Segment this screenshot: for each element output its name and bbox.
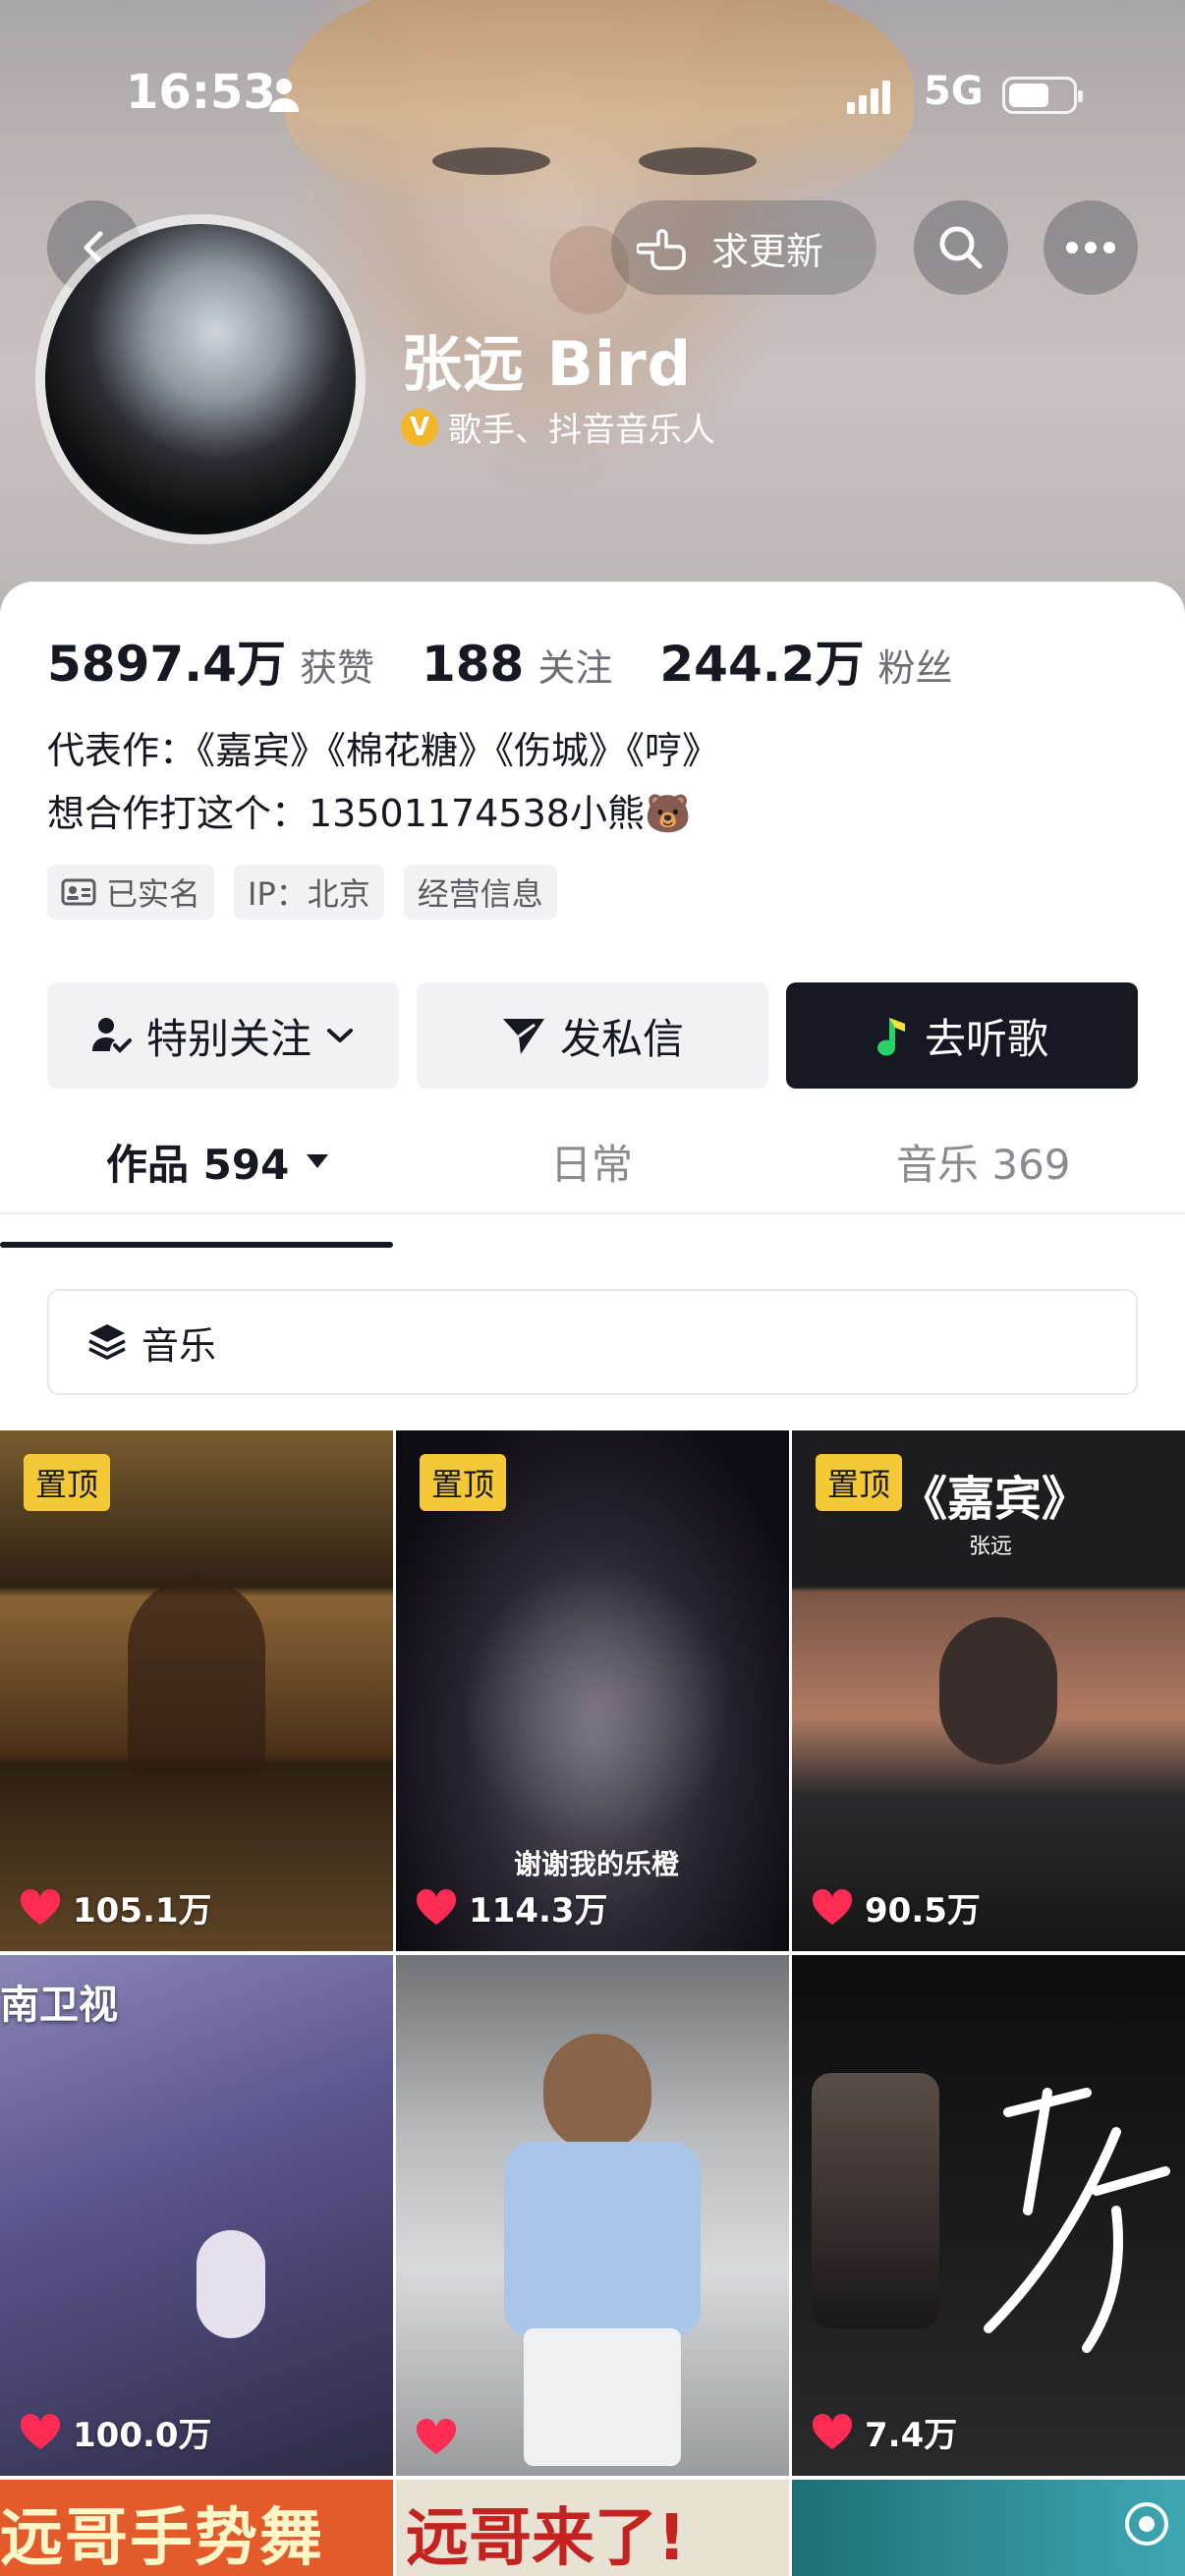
battery-icon [1002, 77, 1083, 114]
video-thumb[interactable]: 谢谢我的乐橙 置顶 114.3万 [396, 1430, 789, 1951]
business-info-tag[interactable]: 经营信息 [403, 865, 557, 920]
heart-icon [20, 1888, 61, 1925]
listen-music-button[interactable]: 去听歌 [786, 982, 1138, 1089]
pointing-hand-icon [637, 229, 686, 270]
content-tabs: 作品 594 日常 音乐 369 [0, 1108, 1185, 1214]
video-likes: 114.3万 [416, 1883, 608, 1932]
bio-line-1: 代表作：《嘉宾》《棉花糖》《伤城》《哼》 [47, 729, 720, 772]
following-label: 关注 [537, 646, 613, 690]
action-buttons: 特别关注 发私信 去听歌 [47, 982, 1138, 1089]
video-thumb[interactable]: 7.4万 [792, 1955, 1185, 2476]
id-card-icon [61, 878, 96, 906]
search-button[interactable] [914, 200, 1008, 295]
real-name-tag: 已实名 [47, 865, 215, 920]
stats-row: 5897.4万 获赞 188 关注 244.2万 粉丝 [47, 625, 1000, 696]
avatar[interactable] [35, 214, 366, 544]
request-update-button[interactable]: 求更新 [611, 200, 876, 295]
search-icon [939, 226, 983, 269]
active-tab-indicator [0, 1242, 393, 1248]
channel-watermark: 南卫视 [0, 1983, 118, 2028]
likes-count[interactable]: 5897.4万 [47, 625, 286, 696]
likes-label: 获赞 [299, 646, 374, 690]
pinned-badge: 置顶 [420, 1454, 507, 1511]
heart-icon [812, 2413, 853, 2449]
heart-icon [416, 2419, 457, 2454]
request-update-label: 求更新 [711, 229, 824, 273]
video-thumb[interactable]: 远哥手势舞 [0, 2480, 393, 2576]
video-likes [416, 2419, 469, 2456]
video-caption: 谢谢我的乐橙 [514, 1848, 680, 1880]
status-time: 16:53 [126, 65, 276, 120]
profile-name: 张远 Bird [401, 328, 693, 400]
video-likes: 100.0万 [20, 2408, 212, 2456]
followers-label: 粉丝 [877, 646, 953, 690]
scan-icon [1125, 2502, 1168, 2546]
video-thumb[interactable]: 远哥来了! [396, 2480, 789, 2576]
verified-badge-icon: V [401, 408, 438, 446]
video-subtitle: 张远 [969, 1535, 1013, 1559]
layers-icon [88, 1324, 126, 1360]
video-thumb[interactable]: 南卫视 100.0万 [0, 1955, 393, 2476]
calligraphy-graphic [984, 2088, 1170, 2353]
caret-down-icon [307, 1154, 329, 1168]
video-likes: 7.4万 [812, 2408, 957, 2456]
avatar-image [45, 224, 356, 534]
heart-icon [416, 1888, 457, 1925]
video-thumb[interactable] [396, 1955, 789, 2476]
followers-count[interactable]: 244.2万 [659, 625, 864, 696]
more-icon [1066, 242, 1115, 253]
user-check-icon [91, 1018, 132, 1053]
pinned-badge: 置顶 [816, 1454, 903, 1511]
chevron-down-icon [327, 1029, 353, 1042]
tab-works[interactable]: 作品 594 [106, 1108, 330, 1214]
video-title: 《嘉宾》 [900, 1472, 1090, 1527]
video-title: 远哥手势舞 [0, 2502, 324, 2575]
video-thumb[interactable]: 《嘉宾》 张远 置顶 90.5万 [792, 1430, 1185, 1951]
music-note-icon [877, 1018, 905, 1056]
music-filter[interactable]: 音乐 [47, 1289, 1138, 1395]
verification-text: 歌手、抖音音乐人 [448, 411, 715, 450]
bio-line-2: 想合作打这个：13501174538小熊🐻 [47, 792, 692, 835]
send-icon [502, 1019, 544, 1054]
person-icon [269, 79, 299, 112]
video-thumb[interactable] [792, 2480, 1185, 2576]
profile-tags: 已实名 IP：北京 经营信息 [47, 865, 557, 920]
signal-icon [847, 81, 890, 114]
more-button[interactable] [1044, 200, 1138, 295]
video-likes: 105.1万 [20, 1883, 212, 1932]
status-bar: 16:53 5G [0, 0, 1185, 196]
verification-info: V 歌手、抖音音乐人 [401, 403, 715, 451]
network-type: 5G [924, 69, 984, 114]
heart-icon [20, 2413, 61, 2449]
heart-icon [812, 1888, 853, 1925]
bio: 代表作：《嘉宾》《棉花糖》《伤城》《哼》 想合作打这个：13501174538小… [47, 719, 719, 845]
pinned-badge: 置顶 [24, 1454, 111, 1511]
tab-daily[interactable]: 日常 [550, 1108, 633, 1214]
ip-location-tag: IP：北京 [234, 865, 384, 920]
tab-music[interactable]: 音乐 369 [896, 1108, 1071, 1214]
special-follow-button[interactable]: 特别关注 [47, 982, 399, 1089]
video-thumb[interactable]: 置顶 105.1万 [0, 1430, 393, 1951]
video-title: 远哥来了! [406, 2502, 687, 2575]
video-likes: 90.5万 [812, 1883, 981, 1932]
send-message-button[interactable]: 发私信 [417, 982, 768, 1089]
following-count[interactable]: 188 [422, 636, 524, 693]
